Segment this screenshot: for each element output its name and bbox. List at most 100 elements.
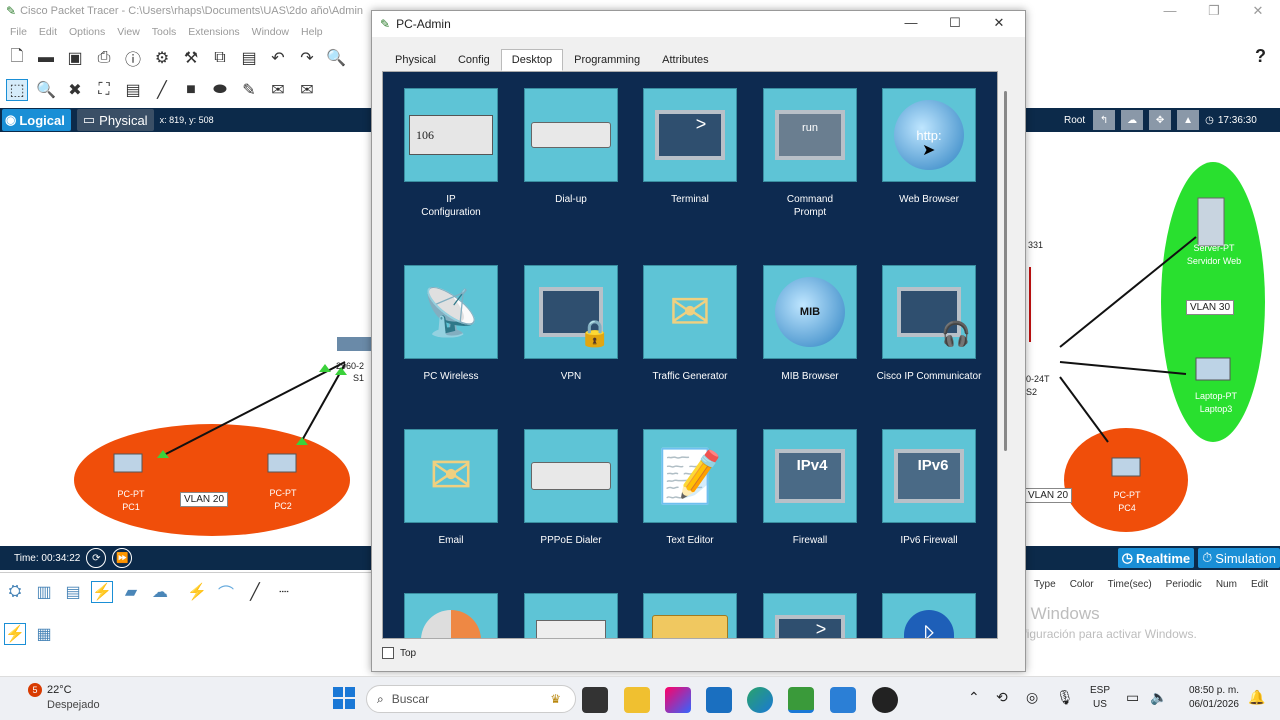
tab-programming[interactable]: Programming — [563, 49, 651, 71]
print-icon[interactable]: ⎙ — [93, 47, 115, 69]
app-firewall[interactable]: IPv4 Firewall — [750, 429, 870, 547]
draw-line-icon[interactable]: ╱ — [151, 79, 173, 101]
delete-icon[interactable]: ✖ — [64, 79, 86, 101]
background-icon[interactable]: ▲ — [1177, 110, 1200, 130]
app-folder[interactable] — [630, 593, 750, 638]
tab-physical[interactable]: Physical — [384, 49, 447, 71]
app-mib-browser[interactable]: MIB MIB Browser — [750, 265, 870, 383]
microphone-icon[interactable]: 🎙 — [1056, 689, 1074, 706]
task-view-icon[interactable] — [582, 687, 608, 713]
add-simple-pdu-icon[interactable]: ✉ — [267, 79, 289, 101]
app-dial-up[interactable]: Dial-up — [511, 88, 631, 206]
network-info-icon[interactable]: ⚙ — [151, 47, 173, 69]
simulation-button[interactable]: ⏱ Simulation — [1198, 548, 1280, 568]
connections-category-icon[interactable]: ⚡ — [4, 623, 26, 645]
paint-icon[interactable] — [830, 687, 856, 713]
maximize-button[interactable]: ❐ — [1192, 3, 1236, 19]
store-icon[interactable] — [706, 687, 732, 713]
power-cycle-icon[interactable]: ⟳ — [86, 548, 107, 568]
copy-icon[interactable]: ⧉ — [209, 47, 231, 69]
dialog-minimize-button[interactable]: — — [889, 15, 933, 31]
topology-canvas-left[interactable]: 2960-2 S1 PC-PT PC1 PC-PT PC2 VLAN 20 — [0, 132, 372, 536]
info-icon[interactable]: ⓘ — [122, 47, 144, 69]
copilot-icon[interactable] — [665, 687, 691, 713]
app-iox[interactable] — [511, 593, 631, 638]
cloud-icon[interactable]: ☁ — [1121, 110, 1144, 130]
connections-icon[interactable]: ⚡ — [91, 581, 113, 603]
app-netflow[interactable] — [391, 593, 511, 638]
app-vpn[interactable]: 🔒 VPN — [511, 265, 631, 383]
tab-desktop[interactable]: Desktop — [500, 49, 564, 71]
app-pppoe-dialer[interactable]: PPPoE Dialer — [511, 429, 631, 547]
notifications-icon[interactable]: 🔔 — [1248, 689, 1265, 706]
new-file-icon[interactable]: 🗋 — [6, 47, 28, 69]
taskbar-search[interactable]: ⌕ Buscar ♛ — [366, 685, 576, 713]
language-code[interactable]: ESP — [1090, 685, 1110, 696]
tab-config[interactable]: Config — [447, 49, 501, 71]
draw-rectangle-icon[interactable]: ■ — [180, 79, 202, 101]
app-terminal[interactable]: > Terminal — [630, 88, 750, 206]
edge-icon[interactable] — [747, 687, 773, 713]
app-text-editor[interactable]: 📝 Text Editor — [630, 429, 750, 547]
undo-icon[interactable]: ↶ — [267, 47, 289, 69]
minimize-button[interactable]: — — [1148, 3, 1192, 19]
multiuser-icon[interactable]: ☁ — [149, 581, 171, 603]
activity-wizard-icon[interactable]: ⚒ — [180, 47, 202, 69]
select-icon[interactable]: ⬚ — [6, 79, 28, 101]
viewport-icon[interactable]: ◷ — [1205, 115, 1214, 126]
taskbar-date[interactable]: 06/01/2026 — [1183, 699, 1239, 710]
app-ipv6-firewall[interactable]: IPv6 IPv6 Firewall — [869, 429, 989, 547]
physical-tab[interactable]: ▭ Physical — [76, 109, 154, 131]
top-checkbox[interactable] — [382, 647, 394, 659]
volume-icon[interactable]: 🔈 — [1150, 689, 1167, 706]
sync-icon[interactable]: ⟲ — [996, 689, 1008, 706]
menu-help[interactable]: Help — [301, 26, 323, 38]
menu-file[interactable]: File — [10, 26, 27, 38]
menu-view[interactable]: View — [117, 26, 140, 38]
menu-tools[interactable]: Tools — [152, 26, 177, 38]
weather-temp[interactable]: 22°C — [47, 684, 72, 696]
dialog-maximize-button[interactable]: ☐ — [933, 15, 977, 31]
dialog-close-button[interactable]: ✕ — [977, 15, 1021, 31]
freeform-icon[interactable]: ✎ — [238, 79, 260, 101]
app-ip-configuration[interactable]: 106 IP Configuration — [391, 88, 511, 219]
open-folder-icon[interactable]: ▬ — [35, 47, 57, 69]
menu-window[interactable]: Window — [252, 26, 289, 38]
app-cisco-ip-communicator[interactable]: 🎧 Cisco IP Communicator — [869, 265, 989, 383]
network-devices-icon[interactable]: ⛭ — [4, 581, 26, 603]
straight-cable-icon[interactable]: ╱ — [244, 581, 266, 603]
resize-icon[interactable]: ⛶ — [93, 79, 115, 101]
redo-icon[interactable]: ↷ — [296, 47, 318, 69]
weather-desc[interactable]: Despejado — [47, 699, 100, 711]
app-email[interactable]: ✉ Email — [391, 429, 511, 547]
realtime-button[interactable]: ◷ Realtime — [1117, 548, 1195, 568]
scroll-thumb[interactable] — [1004, 91, 1007, 451]
console-cable-icon[interactable]: ⌒ — [215, 581, 237, 603]
app-tftp-terminal[interactable]: > — [750, 593, 870, 638]
close-button[interactable]: ✕ — [1236, 3, 1280, 19]
desktop-scrollbar[interactable] — [1000, 71, 1015, 639]
app-pc-wireless[interactable]: 📡 PC Wireless — [391, 265, 511, 383]
inspect-icon[interactable]: 🔍 — [35, 79, 57, 101]
language-region[interactable]: US — [1093, 699, 1107, 710]
end-devices-icon[interactable]: ▥ — [33, 581, 55, 603]
fast-forward-icon[interactable]: ⏩ — [112, 548, 133, 568]
menu-options[interactable]: Options — [69, 26, 105, 38]
add-complex-pdu-icon[interactable]: ✉ — [296, 79, 318, 101]
app-bluetooth[interactable]: ᛒ — [869, 593, 989, 638]
display-icon[interactable]: ▭ — [1126, 689, 1139, 706]
tray-chevron-icon[interactable]: ⌃ — [968, 689, 980, 706]
topology-canvas-right[interactable]: 331 0-24T S2 Server-PT Servidor Web VLAN… — [1024, 132, 1280, 536]
draw-ellipse-icon[interactable]: ⬬ — [209, 79, 231, 101]
zoom-in-icon[interactable]: 🔍 — [325, 47, 347, 69]
packet-tracer-taskbar-icon[interactable] — [788, 687, 814, 713]
crossover-cable-icon[interactable]: ┈ — [273, 581, 295, 603]
logical-tab[interactable]: ◉ Logical — [2, 109, 71, 131]
network-tray-icon[interactable]: ◎ — [1026, 689, 1038, 706]
menu-edit[interactable]: Edit — [39, 26, 57, 38]
start-icon[interactable] — [333, 687, 355, 709]
file-explorer-icon[interactable] — [624, 687, 650, 713]
taskbar-time[interactable]: 08:50 p. m. — [1183, 685, 1239, 696]
save-icon[interactable]: ▣ — [64, 47, 86, 69]
auto-connection-icon[interactable]: ⚡ — [186, 581, 208, 603]
